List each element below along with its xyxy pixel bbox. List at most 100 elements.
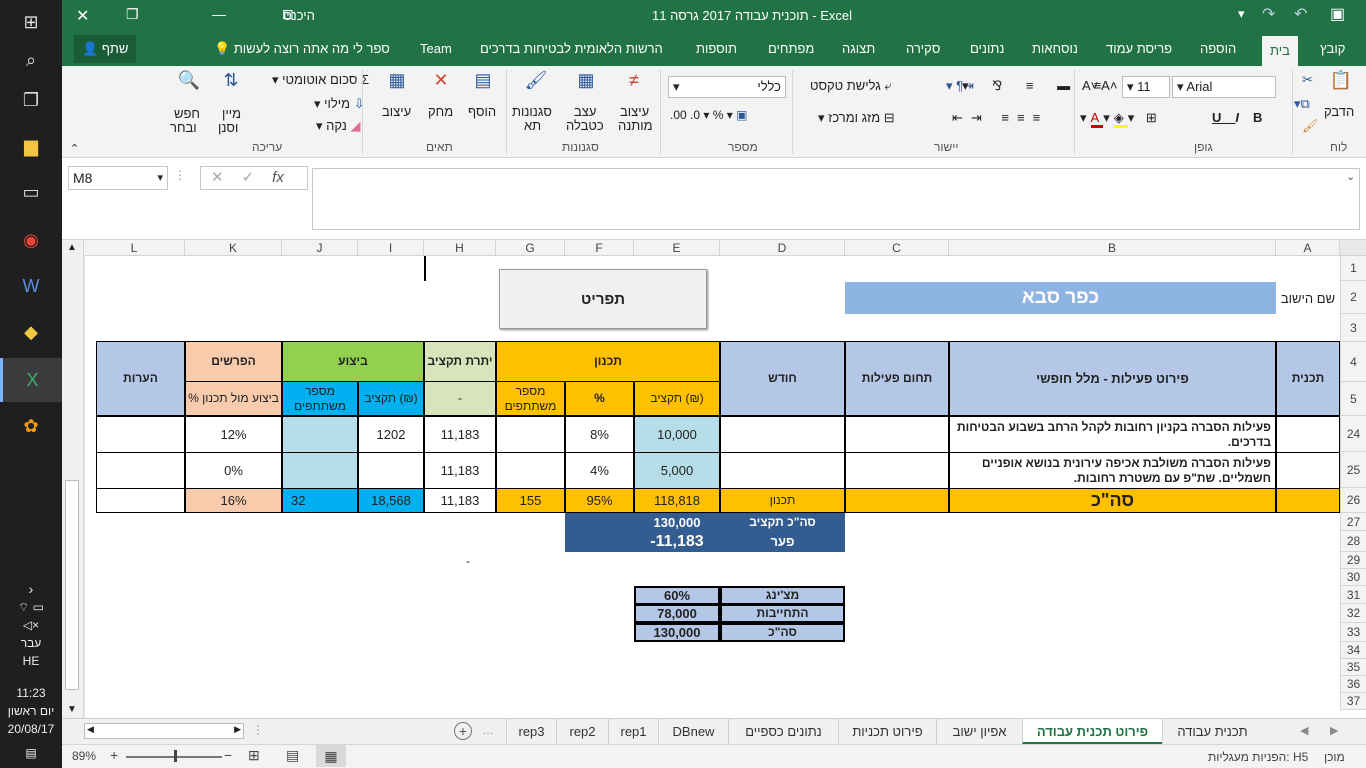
redo-icon[interactable]: ↷ <box>1262 4 1275 24</box>
delete-cells-icon[interactable]: ✕ <box>424 70 458 91</box>
sign-in-link[interactable]: היכנס <box>264 8 334 23</box>
column-header-d[interactable]: D <box>720 240 845 256</box>
scroll-right-icon[interactable]: ▶ <box>234 724 241 735</box>
row-header-34[interactable]: 34 <box>1340 642 1366 659</box>
cell-l25[interactable] <box>96 452 185 489</box>
cell-g25[interactable] <box>496 452 565 489</box>
cell-k25[interactable]: 0% <box>185 452 282 489</box>
column-header-l[interactable]: L <box>84 240 185 256</box>
tab-work-plan-detail[interactable]: פירוט תכנית עבודה <box>1022 719 1162 745</box>
word-icon[interactable]: W <box>0 264 62 308</box>
zoom-slider-thumb[interactable] <box>174 750 177 762</box>
paste-icon[interactable]: 📋 <box>1324 70 1358 91</box>
chevron-up-icon[interactable]: › <box>0 580 62 598</box>
header-plan-participants[interactable]: מספר משתתפים <box>496 381 565 416</box>
cell-c25[interactable] <box>845 452 949 489</box>
task-view-icon[interactable]: ❐ <box>0 78 62 122</box>
tab-data[interactable]: נתונים <box>970 32 1004 66</box>
cell-d25[interactable] <box>720 452 845 489</box>
row-header-32[interactable]: 32 <box>1340 604 1366 623</box>
sum-value[interactable]: 130,000 <box>634 623 720 642</box>
fill-button[interactable]: ▾ מילוי ⇩ <box>314 96 365 112</box>
header-exec-participants[interactable]: מספר משתתפים <box>282 381 358 416</box>
cell-l26[interactable] <box>96 488 185 513</box>
row-header-31[interactable]: 31 <box>1340 586 1366 604</box>
zoom-level[interactable]: 89% <box>72 749 96 763</box>
cell-b25[interactable]: פעילות הסברה משולבת אכיפה עירונית בנושא … <box>949 452 1276 489</box>
expand-formula-icon[interactable]: ⌄ <box>1346 170 1355 183</box>
matching-value[interactable]: 60% <box>634 586 720 605</box>
scroll-down-icon[interactable]: ▼ <box>67 704 77 715</box>
column-header-a[interactable]: A <box>1276 240 1340 256</box>
name-box[interactable]: M8 ▾ <box>68 166 168 190</box>
column-header-h[interactable]: H <box>424 240 496 256</box>
cell-j25[interactable] <box>282 452 358 489</box>
file-explorer-icon[interactable]: ▆ <box>0 124 62 168</box>
column-header-c[interactable]: C <box>845 240 949 256</box>
tab-view[interactable]: תצוגה <box>842 32 875 66</box>
terminal-icon[interactable]: ▭ <box>0 170 62 214</box>
gap-value[interactable]: -11,183 <box>634 531 720 552</box>
settlement-name-cell[interactable]: כפר סבא <box>845 282 1276 314</box>
scroll-left-icon[interactable]: ◀ <box>87 724 94 735</box>
cut-icon[interactable]: ✂ <box>1302 72 1313 88</box>
cell-f28[interactable] <box>565 531 634 552</box>
cell-e26[interactable]: 118,818 <box>634 488 720 513</box>
insert-function-icon[interactable]: fx <box>272 169 284 186</box>
tab-insert[interactable]: הוספה <box>1200 32 1236 66</box>
collapse-ribbon-icon[interactable]: ⌃ <box>70 142 79 155</box>
clear-button[interactable]: ▾ נקה ◢ <box>316 118 360 134</box>
tab-rsa[interactable]: הרשות הלאומית לבטיחות בדרכים <box>480 32 663 66</box>
cell-a26[interactable] <box>1276 488 1340 513</box>
commitment-value[interactable]: 78,000 <box>634 604 720 623</box>
row-header-27[interactable]: 27 <box>1340 513 1366 531</box>
save-icon[interactable]: ▣ <box>1330 4 1345 24</box>
zoom-in-icon[interactable]: + <box>110 747 118 763</box>
row-header-2[interactable]: 2 <box>1340 281 1366 314</box>
total-budget-label[interactable]: סה"כ תקציב <box>720 513 845 532</box>
column-header-k[interactable]: K <box>185 240 282 256</box>
font-size-select[interactable]: ▾ 11 <box>1122 76 1170 98</box>
cell-j24[interactable] <box>282 416 358 453</box>
header-activity-detail[interactable]: פירוט פעילות - מלל חופשי <box>949 341 1276 416</box>
copy-icon[interactable]: ▾⧉ <box>1294 96 1310 112</box>
cell-f25[interactable]: 4% <box>565 452 634 489</box>
zoom-out-icon[interactable]: − <box>224 747 232 763</box>
format-painter-icon[interactable]: 🖌 <box>1302 118 1319 134</box>
column-header-g[interactable]: G <box>496 240 565 256</box>
column-header-j[interactable]: J <box>282 240 358 256</box>
row-header-37[interactable]: 37 <box>1340 693 1366 710</box>
language-indicator[interactable]: עבר HE <box>0 634 62 670</box>
wrap-text-button[interactable]: גלישת טקסט ⤶ <box>810 78 892 94</box>
column-header-f[interactable]: F <box>565 240 634 256</box>
cell-d24[interactable] <box>720 416 845 453</box>
notifications-icon[interactable]: ▤ <box>0 738 62 768</box>
bold-italic-underline-buttons[interactable]: UIB <box>1212 110 1276 125</box>
network-icon[interactable]: ⌔ ▭ <box>0 598 62 616</box>
row-header-28[interactable]: 28 <box>1340 531 1366 552</box>
header-notes[interactable]: הערות <box>96 341 185 416</box>
cell-i25[interactable] <box>358 452 424 489</box>
select-all-corner[interactable] <box>1340 240 1366 256</box>
cell-l24[interactable] <box>96 416 185 453</box>
number-format-select[interactable]: ▾ כללי <box>668 76 786 98</box>
circular-references-status[interactable]: הפניות מעגליות: H5 <box>1208 750 1308 764</box>
scroll-up-icon[interactable]: ▲ <box>67 242 77 253</box>
format-cells-icon[interactable]: ▦ <box>380 70 414 91</box>
enter-icon[interactable]: ✓ <box>242 169 273 186</box>
cell-c24[interactable] <box>845 416 949 453</box>
restore-icon[interactable]: ❐ <box>126 6 139 23</box>
format-table-icon[interactable]: ▦ <box>568 70 604 91</box>
row-header-35[interactable]: 35 <box>1340 659 1366 676</box>
cell-h25[interactable]: 11,183 <box>424 452 496 489</box>
tab-settlement-profile[interactable]: אפיון ישוב <box>936 719 1022 745</box>
cell-f24[interactable]: 8% <box>565 416 634 453</box>
vertical-scrollbar[interactable]: ▲ ▼ <box>62 240 84 718</box>
cell-g26[interactable]: 155 <box>496 488 565 513</box>
settlement-label[interactable]: שם הישוב <box>1276 282 1340 314</box>
formula-input[interactable] <box>312 168 1360 230</box>
normal-view-icon[interactable]: ▦ <box>316 745 346 767</box>
header-balance-dash[interactable]: - <box>424 381 496 416</box>
header-planning[interactable]: תכנון <box>496 341 720 382</box>
cell-k26[interactable]: 16% <box>185 488 282 513</box>
